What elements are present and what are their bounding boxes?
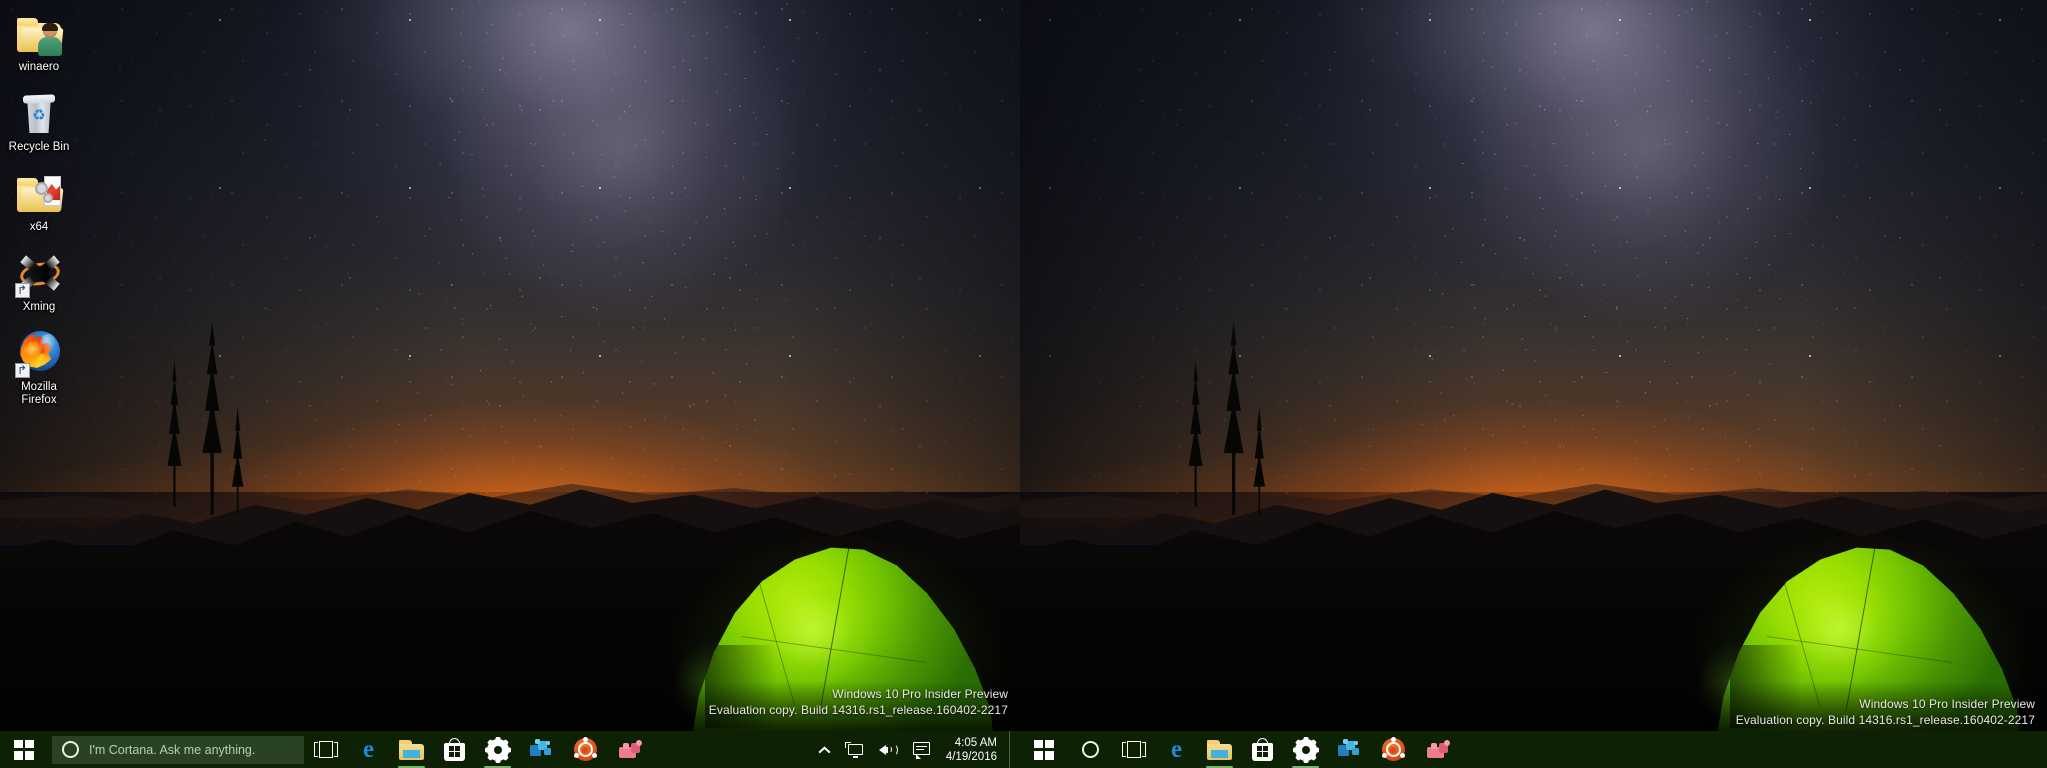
pink-app-icon <box>1427 739 1451 760</box>
desktop-icon-label: winaero <box>18 61 60 73</box>
system-tray: 4:05 AM 4/19/2016 <box>812 731 1020 768</box>
clock-date: 4/19/2016 <box>945 750 997 763</box>
taskbar-button-file-explorer[interactable] <box>1198 731 1241 768</box>
pink-app-icon <box>619 739 643 760</box>
store-icon <box>1252 738 1273 761</box>
desktop-wallpaper-primary[interactable] <box>0 0 1020 768</box>
cortana-button[interactable] <box>1068 731 1112 768</box>
start-button[interactable] <box>1020 731 1068 768</box>
clock-time: 4:05 AM <box>954 736 997 749</box>
cortana-circle-icon <box>62 741 79 758</box>
taskbar-button-settings[interactable] <box>476 731 519 768</box>
desktop-icon-winaero[interactable]: winaero <box>0 4 78 78</box>
shortcut-arrow-icon <box>15 363 30 378</box>
windows-logo-icon <box>1034 739 1054 760</box>
desktop-icon-recycle-bin[interactable]: Recycle Bin <box>0 84 78 158</box>
task-view-icon <box>1121 741 1146 758</box>
glowing-tent <box>1645 450 2047 768</box>
show-desktop-button[interactable] <box>1009 731 1018 768</box>
blue-cubes-icon <box>1337 738 1360 761</box>
taskbar-primary: I'm Cortana. Ask me anything. e 4:05 AM … <box>0 731 1020 768</box>
volume-icon <box>878 742 899 758</box>
desktop-icon-mozilla-firefox[interactable]: Mozilla Firefox <box>0 324 78 411</box>
settings-gear-icon <box>1292 736 1319 763</box>
desktop-icon-label: Mozilla Firefox <box>21 381 57 406</box>
shortcut-arrow-icon <box>15 283 30 298</box>
volume-button[interactable] <box>872 731 906 768</box>
folder-user-icon <box>15 10 64 58</box>
blue-cubes-icon <box>529 738 552 761</box>
taskbar-secondary <box>1020 731 2047 768</box>
ubuntu-icon <box>573 737 597 761</box>
taskbar-button-file-explorer[interactable] <box>390 731 433 768</box>
taskbar-button-xming[interactable] <box>519 731 562 768</box>
folder-x64-icon <box>15 170 64 218</box>
desktop-icon-label: Recycle Bin <box>8 141 70 153</box>
taskbar-button-store[interactable] <box>1241 731 1284 768</box>
settings-gear-icon <box>484 736 511 763</box>
monitor-primary: winaero Recycle Bin <box>0 0 1020 768</box>
edge-icon <box>357 738 381 762</box>
clock[interactable]: 4:05 AM 4/19/2016 <box>938 731 1009 768</box>
search-input[interactable]: I'm Cortana. Ask me anything. <box>52 735 304 764</box>
taskbar-button-ubuntu[interactable] <box>562 731 608 768</box>
desktop-icon-grid: winaero Recycle Bin <box>0 0 78 417</box>
file-explorer-icon <box>399 739 424 760</box>
dual-monitor-desktop: winaero Recycle Bin <box>0 0 2047 768</box>
taskbar-button-task-view[interactable] <box>304 731 347 768</box>
recycle-bin-icon <box>15 90 63 138</box>
taskbar-button-app[interactable] <box>1416 731 1462 768</box>
cortana-circle-icon <box>1081 741 1099 758</box>
store-icon <box>444 738 465 761</box>
desktop-icon-label: x64 <box>29 221 49 233</box>
start-button[interactable] <box>0 731 48 768</box>
task-view-icon <box>313 741 338 758</box>
show-hidden-icons-button[interactable] <box>812 731 839 768</box>
windows-logo-icon <box>14 739 34 760</box>
taskbar-button-store[interactable] <box>433 731 476 768</box>
taskbar-button-app[interactable] <box>608 731 654 768</box>
network-button[interactable] <box>839 731 872 768</box>
action-center-button[interactable] <box>906 731 938 768</box>
search-placeholder: I'm Cortana. Ask me anything. <box>89 742 256 757</box>
ubuntu-icon <box>1381 737 1405 761</box>
network-icon <box>844 741 865 758</box>
desktop-icon-label: Xming <box>22 301 56 313</box>
glowing-tent <box>621 450 1020 768</box>
desktop-wallpaper-secondary[interactable] <box>1020 0 2047 768</box>
taskbar-button-edge[interactable] <box>347 731 390 768</box>
taskbar-button-xming[interactable] <box>1327 731 1370 768</box>
xming-icon <box>15 250 63 298</box>
chevron-up-icon <box>819 745 832 754</box>
action-center-icon <box>912 741 931 759</box>
desktop-icon-x64[interactable]: x64 <box>0 164 78 238</box>
monitor-secondary: Windows 10 Pro Insider Preview Evaluatio… <box>1020 0 2047 768</box>
taskbar-button-edge[interactable] <box>1155 731 1198 768</box>
taskbar-button-task-view[interactable] <box>1112 731 1155 768</box>
edge-icon <box>1165 738 1189 762</box>
firefox-icon <box>15 330 63 378</box>
taskbar-button-ubuntu[interactable] <box>1370 731 1416 768</box>
taskbar-button-settings[interactable] <box>1284 731 1327 768</box>
file-explorer-icon <box>1207 739 1232 760</box>
desktop-icon-xming[interactable]: Xming <box>0 244 78 318</box>
